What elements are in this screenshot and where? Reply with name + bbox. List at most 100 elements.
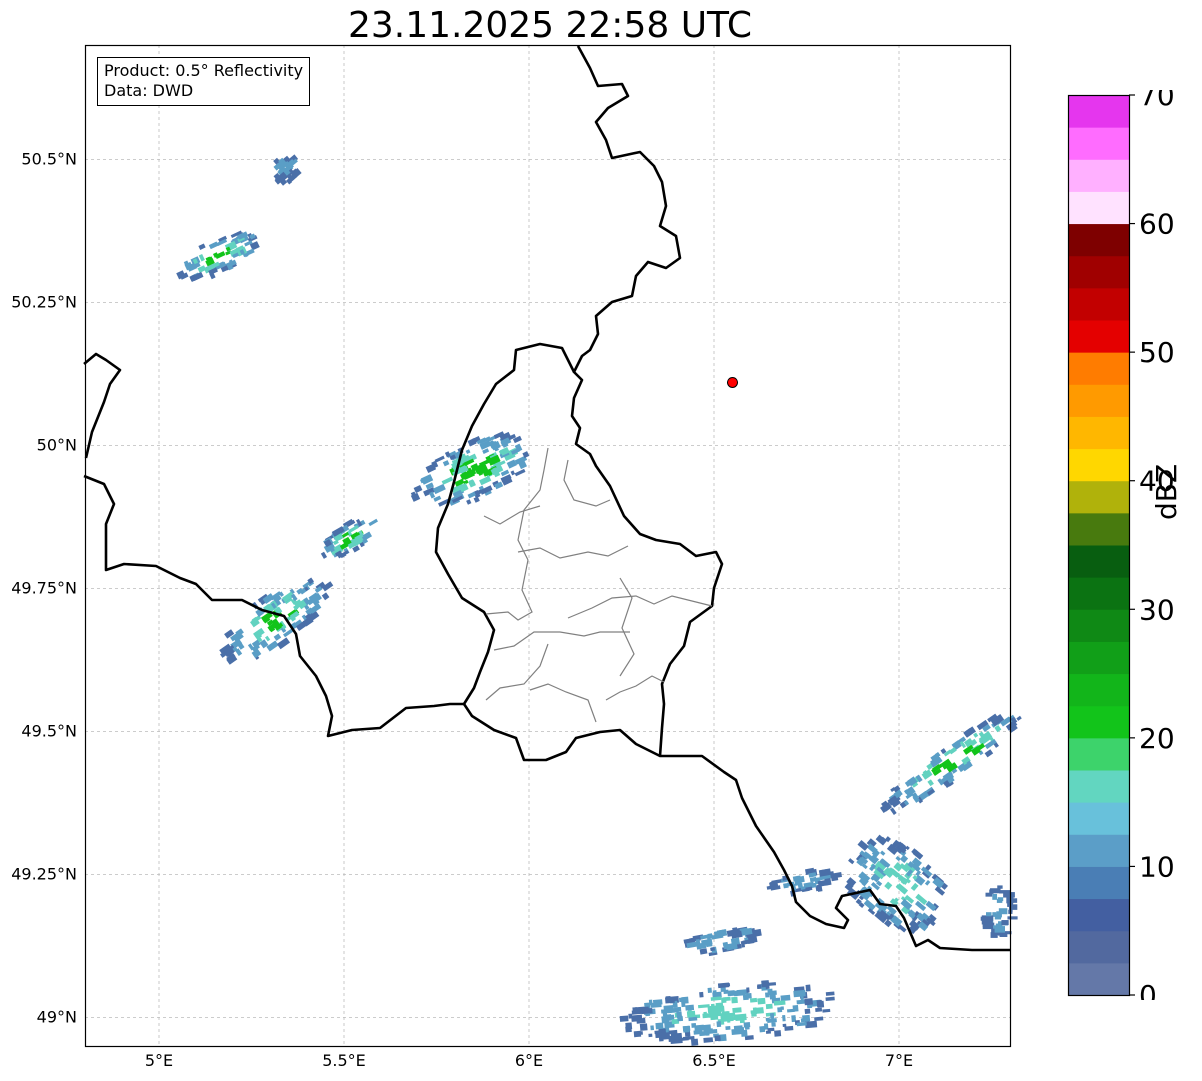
lon-tick-label: 5°E — [145, 1051, 173, 1070]
colorbar-segment — [1068, 705, 1129, 739]
district-borders — [483, 447, 713, 723]
echo-cell — [710, 996, 722, 1001]
echo-cell — [735, 1013, 747, 1022]
echo-cell — [707, 987, 712, 993]
echo-cell — [723, 989, 729, 994]
echo-cell — [757, 998, 765, 1003]
echo-cell — [990, 932, 998, 938]
echo-cell — [690, 1038, 699, 1046]
colorbar-segment — [1068, 480, 1129, 514]
echo-cell — [639, 1023, 648, 1031]
border-nw — [83, 352, 122, 459]
lon-tick-label: 5.5°E — [322, 1051, 366, 1070]
colorbar-segment — [1068, 737, 1129, 771]
echo-cell — [767, 1027, 775, 1032]
echo-cluster — [320, 518, 378, 559]
echo-cell — [686, 1010, 696, 1018]
colorbar-tick-label: 20 — [1139, 722, 1175, 755]
echo-cluster — [619, 980, 835, 1046]
echo-cell — [733, 989, 746, 997]
echo-cell — [198, 243, 206, 250]
echo-cell — [927, 779, 934, 787]
echo-cell — [655, 1022, 664, 1030]
echo-cell — [685, 1004, 695, 1011]
echo-cell — [994, 914, 1002, 920]
colorbar-segment — [1068, 673, 1129, 707]
echo-cell — [804, 1020, 818, 1029]
echo-cell — [637, 1031, 643, 1036]
echo-cell — [749, 997, 758, 1003]
echo-cell — [668, 1029, 678, 1035]
echo-cell — [465, 449, 471, 454]
echo-cell — [214, 251, 226, 259]
echo-cell — [619, 1015, 629, 1022]
echo-cell — [479, 475, 492, 486]
colorbar-segment — [1068, 191, 1129, 225]
axis-ticks: 50.5°N 50.25°N 50°N 49.75°N 49.5°N 49.25°N 49°… — [11, 149, 913, 1070]
echo-cell — [746, 992, 752, 999]
echo-cell — [656, 1000, 661, 1005]
echo-cell — [320, 551, 328, 559]
echo-cell — [782, 1023, 787, 1028]
colorbar-segment — [1068, 577, 1129, 610]
echo-cell — [880, 850, 886, 856]
echo-cell — [699, 948, 708, 955]
lat-tick-label: 49.5°N — [21, 721, 77, 740]
echo-cell — [980, 916, 988, 921]
echo-cell — [895, 855, 901, 862]
echo-cell — [982, 922, 995, 930]
colorbar-segment — [1068, 962, 1129, 996]
echo-cell — [1007, 916, 1018, 920]
echo-cell — [825, 996, 835, 1002]
echo-cell — [725, 1025, 731, 1031]
echo-cell — [664, 1014, 672, 1022]
echo-cell — [910, 882, 919, 892]
echo-cell — [664, 996, 675, 1004]
echo-cell — [994, 926, 1006, 933]
lat-tick-label: 50.25°N — [11, 292, 77, 311]
echo-cluster — [273, 154, 302, 186]
colorbar-segment — [1068, 320, 1129, 353]
echo-cluster — [766, 867, 843, 897]
echo-cell — [441, 476, 454, 485]
colorbar-segment — [1068, 802, 1129, 835]
radar-site-marker — [727, 376, 738, 388]
echo-cell — [815, 1007, 823, 1013]
colorbar-segment — [1068, 159, 1129, 192]
echo-cell — [780, 994, 791, 1002]
echo-cell — [848, 858, 855, 865]
colorbar-segment — [1068, 866, 1129, 900]
echo-cell — [769, 1013, 775, 1019]
border-germany-west — [570, 45, 724, 757]
echo-cell — [434, 455, 445, 463]
info-product: Product: 0.5° Reflectivity — [104, 61, 304, 80]
echo-cell — [264, 635, 271, 642]
echo-cell — [432, 483, 446, 495]
echo-cell — [691, 1023, 697, 1028]
lat-tick-label: 49.25°N — [11, 864, 77, 883]
colorbar-label: dBZ — [1150, 463, 1183, 520]
echo-cell — [625, 1022, 633, 1030]
border-belgium-luxembourg — [434, 342, 576, 705]
colorbar-segment — [1068, 898, 1129, 932]
echo-cell — [674, 1006, 682, 1012]
echo-cell — [717, 982, 730, 989]
echo-cell — [765, 1003, 773, 1010]
echo-cell — [1001, 920, 1009, 926]
lat-tick-label: 49.75°N — [11, 578, 77, 597]
echo-cell — [714, 1035, 721, 1042]
echo-cell — [814, 1016, 824, 1021]
colorbar-segment — [1068, 287, 1129, 321]
echo-cell — [777, 1007, 783, 1013]
colorbar-segment — [1068, 930, 1129, 964]
echo-cell — [806, 1000, 810, 1006]
echo-cell — [805, 984, 811, 992]
echo-cell — [996, 898, 1003, 903]
echo-cell — [628, 1013, 633, 1019]
echo-cell — [648, 1033, 653, 1038]
echo-cell — [467, 491, 476, 499]
echo-cell — [722, 1014, 734, 1022]
echo-cell — [924, 879, 931, 886]
echo-cell — [825, 991, 835, 996]
colorbar-segment — [1068, 127, 1129, 160]
